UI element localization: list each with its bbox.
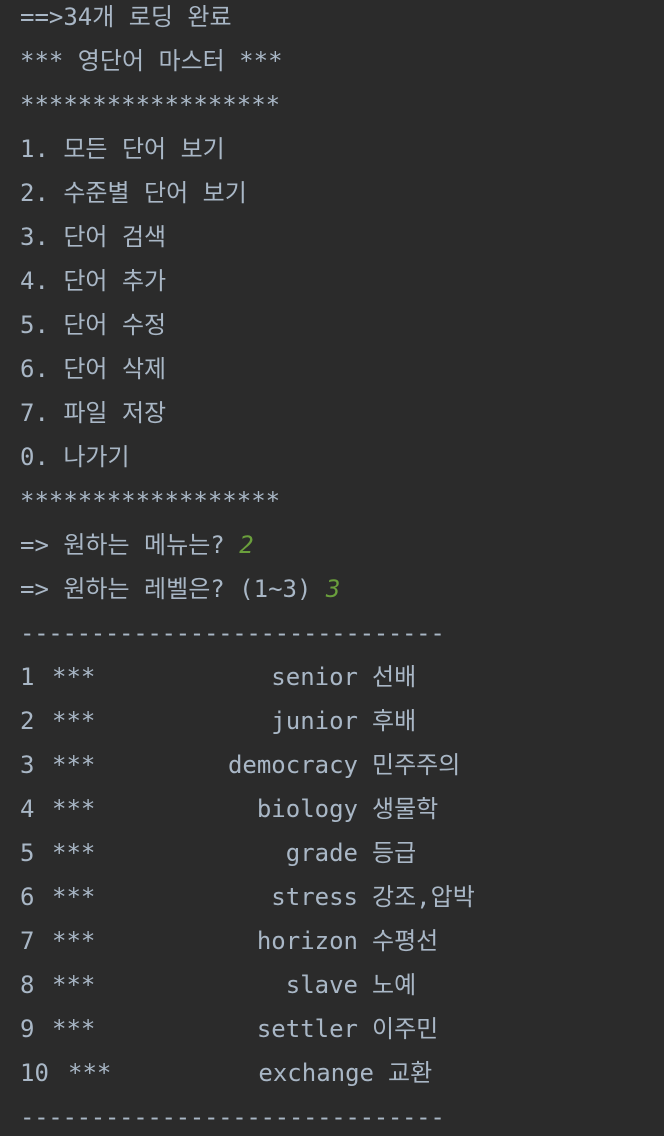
word-row: 1 *** senior 선배 xyxy=(20,660,640,704)
app-title: *** 영단어 마스터 *** xyxy=(20,47,283,75)
level-prompt: => 원하는 레벨은? (1~3) 3 xyxy=(20,572,340,616)
word-english: democracy xyxy=(227,751,358,779)
word-english: horizon xyxy=(256,927,358,955)
word-meaning: 이주민 xyxy=(372,1015,439,1043)
word-number: 6 xyxy=(20,883,35,911)
word-english: stress xyxy=(271,883,358,911)
word-level: *** xyxy=(52,663,96,691)
word-row: 10 *** exchange 교환 xyxy=(20,1056,640,1100)
level-prompt-text: => 원하는 레벨은? (1~3) xyxy=(20,575,326,603)
word-meaning: 교환 xyxy=(388,1059,433,1087)
word-number: 7 xyxy=(20,927,35,955)
menu-item-4: 4. 단어 추가 xyxy=(20,267,167,295)
menu-item-2: 2. 수준별 단어 보기 xyxy=(20,179,247,207)
word-row: 5 *** grade 등급 xyxy=(20,836,640,880)
word-level: *** xyxy=(52,927,96,955)
word-row: 6 *** stress 강조,압박 xyxy=(20,880,640,924)
word-meaning: 수평선 xyxy=(372,927,439,955)
word-english: slave xyxy=(285,971,358,999)
menu-item-5: 5. 단어 수정 xyxy=(20,311,167,339)
word-level: *** xyxy=(52,971,96,999)
word-english: senior xyxy=(271,663,358,691)
word-number: 4 xyxy=(20,795,35,823)
word-level: *** xyxy=(52,1015,96,1043)
word-number: 10 xyxy=(20,1059,49,1087)
word-level: *** xyxy=(52,795,96,823)
word-number: 9 xyxy=(20,1015,35,1043)
word-row: 9 *** settler 이주민 xyxy=(20,1012,640,1056)
separator-top: ------------------------------ xyxy=(20,619,445,647)
word-english: junior xyxy=(271,707,358,735)
word-level: *** xyxy=(52,707,96,735)
word-english: exchange xyxy=(258,1059,374,1087)
word-row: 7 *** horizon 수평선 xyxy=(20,924,640,968)
menu-item-7: 7. 파일 저장 xyxy=(20,399,167,427)
menu-item-6: 6. 단어 삭제 xyxy=(20,355,167,383)
separator-bottom: ------------------------------ xyxy=(20,1103,445,1131)
menu-prompt-input[interactable]: 2 xyxy=(239,531,253,559)
word-level: *** xyxy=(68,1059,112,1087)
menu-item-0: 0. 나가기 xyxy=(20,443,130,471)
menu-border-top: ****************** xyxy=(20,91,281,119)
word-number: 3 xyxy=(20,751,35,779)
level-prompt-input[interactable]: 3 xyxy=(326,575,340,603)
word-row: 4 *** biology 생물학 xyxy=(20,792,640,836)
word-number: 1 xyxy=(20,663,35,691)
word-meaning: 강조,압박 xyxy=(372,883,475,911)
word-row: 8 *** slave 노예 xyxy=(20,968,640,1012)
word-english: settler xyxy=(256,1015,358,1043)
word-row: 3 *** democracy 민주주의 xyxy=(20,748,640,792)
menu-item-3: 3. 단어 검색 xyxy=(20,223,167,251)
console-output: ==>34개 로딩 완료 *** 영단어 마스터 *** ***********… xyxy=(0,0,664,1136)
word-english: biology xyxy=(256,795,358,823)
word-meaning: 생물학 xyxy=(372,795,439,823)
word-level: *** xyxy=(52,883,96,911)
word-meaning: 선배 xyxy=(372,663,417,691)
menu-prompt-text: => 원하는 메뉴는? xyxy=(20,531,240,559)
word-level: *** xyxy=(52,839,96,867)
word-meaning: 후배 xyxy=(372,707,417,735)
word-number: 8 xyxy=(20,971,35,999)
word-meaning: 등급 xyxy=(372,839,417,867)
menu-prompt: => 원하는 메뉴는? 2 xyxy=(20,528,254,572)
menu-item-1: 1. 모든 단어 보기 xyxy=(20,135,225,163)
menu-border-bottom: ****************** xyxy=(20,487,281,515)
word-number: 5 xyxy=(20,839,35,867)
word-meaning: 노예 xyxy=(372,971,417,999)
word-meaning: 민주주의 xyxy=(372,751,461,779)
word-number: 2 xyxy=(20,707,35,735)
loading-message: ==>34개 로딩 완료 xyxy=(20,3,232,31)
word-level: *** xyxy=(52,751,96,779)
word-english: grade xyxy=(285,839,358,867)
word-row: 2 *** junior 후배 xyxy=(20,704,640,748)
